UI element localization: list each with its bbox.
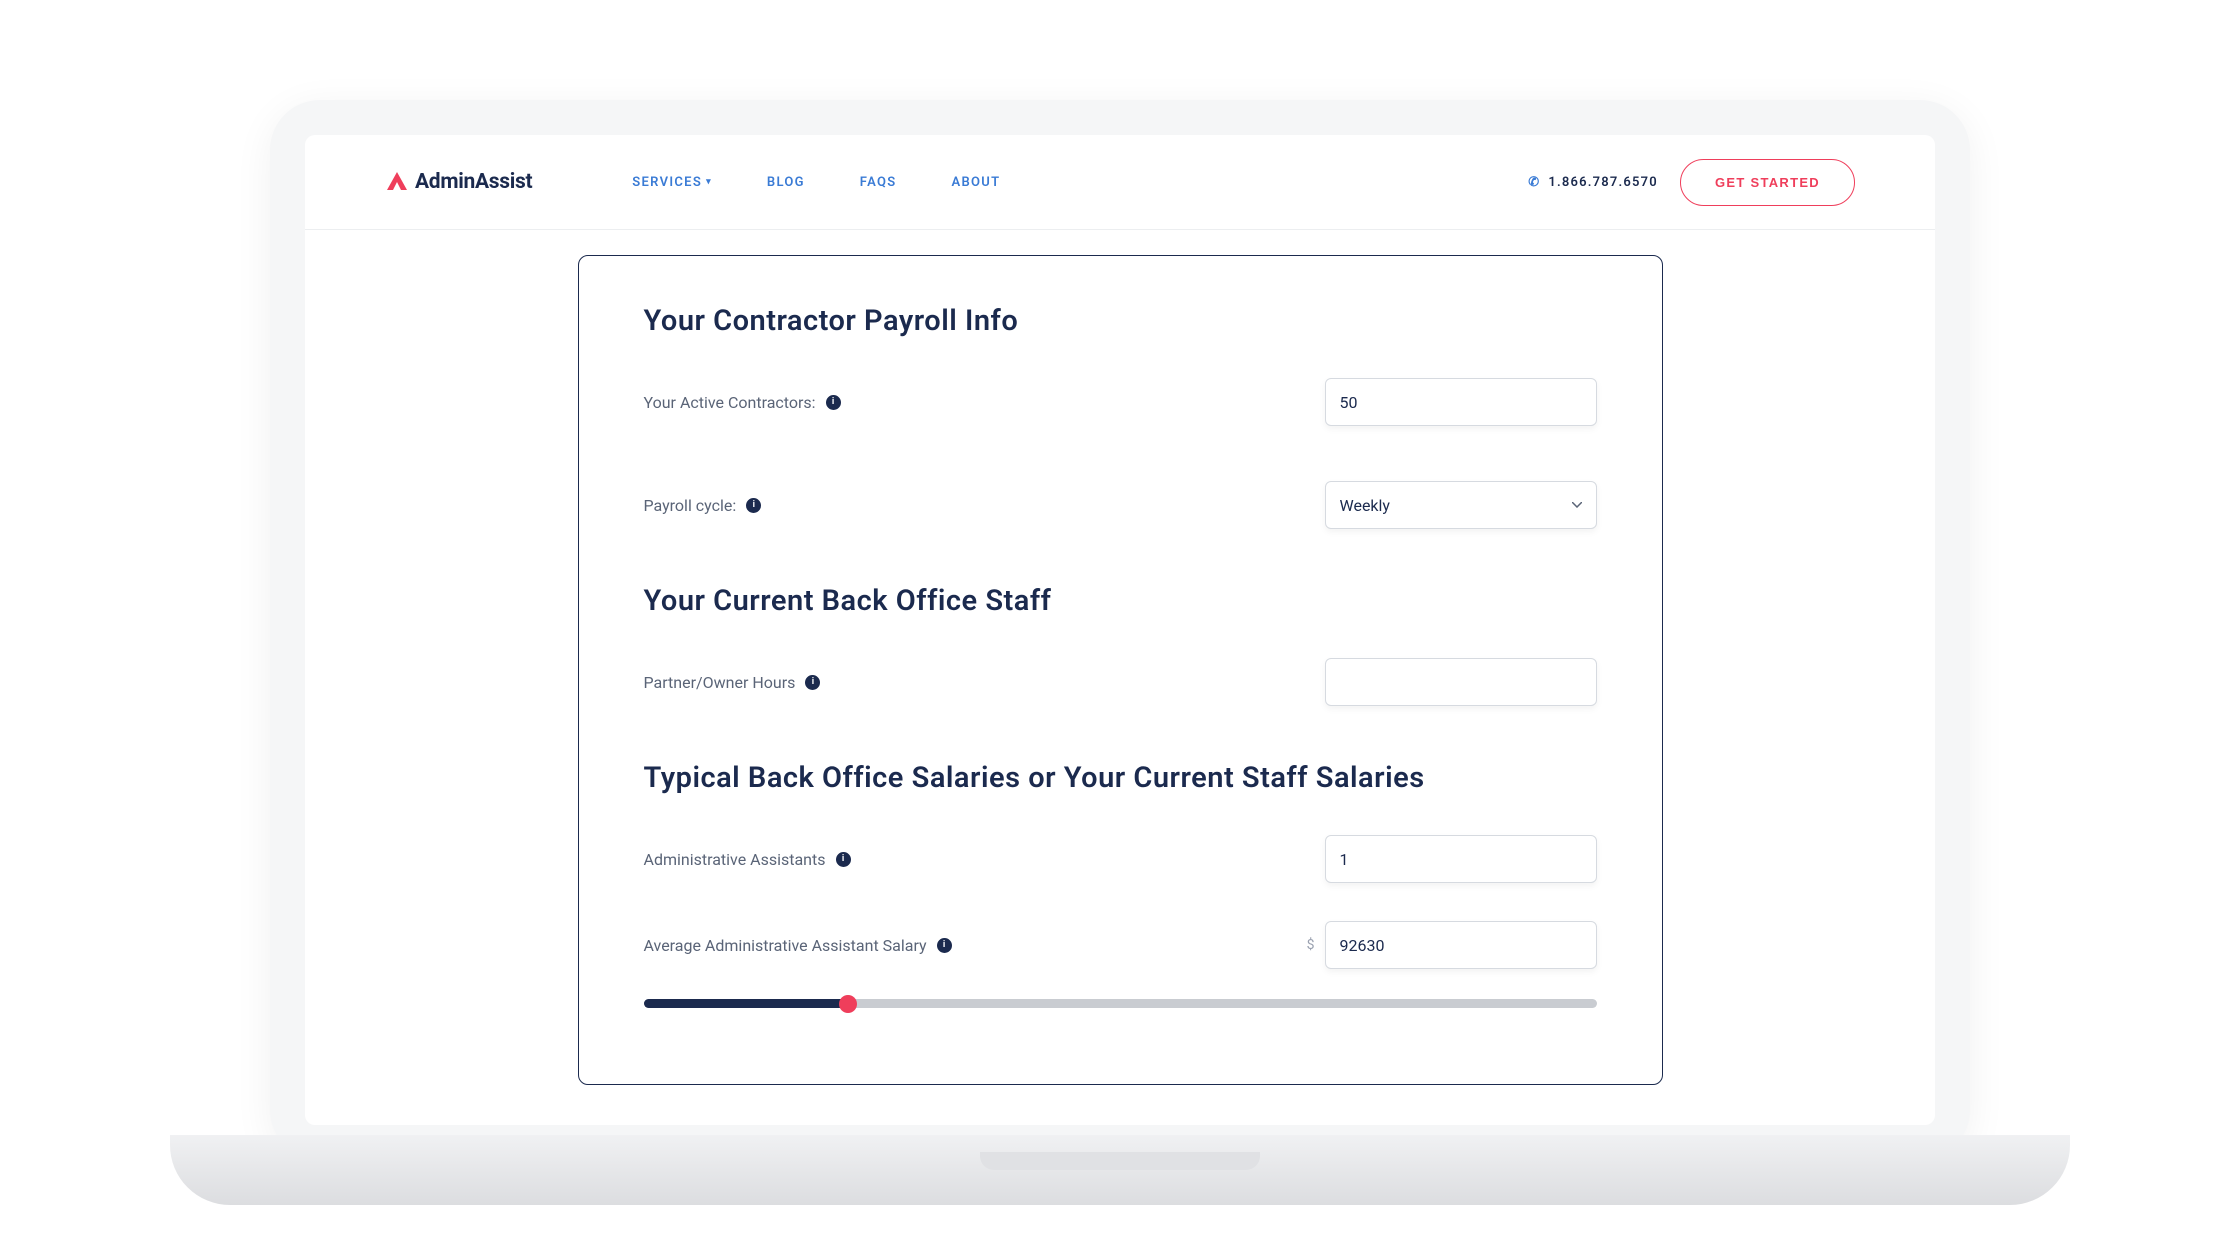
payroll-cycle-select[interactable]: Weekly [1325, 481, 1597, 529]
brand-logo[interactable]: AdminAssist [385, 170, 532, 194]
info-icon[interactable]: i [826, 395, 841, 410]
slider-fill [644, 999, 849, 1008]
partner-hours-input[interactable] [1325, 658, 1597, 706]
get-started-button[interactable]: GET STARTED [1680, 159, 1855, 206]
content-area: Your Contractor Payroll Info Your Active… [305, 230, 1935, 1085]
avg-salary-input[interactable] [1325, 921, 1597, 969]
section-title-salaries: Typical Back Office Salaries or Your Cur… [644, 761, 1597, 795]
brand-logo-icon [385, 170, 409, 194]
brand-logo-text: AdminAssist [415, 170, 532, 194]
info-icon[interactable]: i [805, 675, 820, 690]
label-payroll-cycle: Payroll cycle: i [644, 496, 762, 515]
avg-salary-input-wrap: $ [1307, 921, 1597, 969]
admin-assistants-input[interactable] [1325, 835, 1597, 883]
phone-icon: ✆ [1528, 175, 1540, 190]
label-active-contractors: Your Active Contractors: i [644, 393, 841, 412]
info-icon[interactable]: i [836, 852, 851, 867]
row-avg-salary: Average Administrative Assistant Salary … [644, 921, 1597, 969]
info-icon[interactable]: i [937, 938, 952, 953]
section-title-backoffice: Your Current Back Office Staff [644, 584, 1597, 618]
phone-link[interactable]: ✆ 1.866.787.6570 [1528, 175, 1658, 190]
calculator-form-card: Your Contractor Payroll Info Your Active… [578, 255, 1663, 1085]
nav-blog[interactable]: BLOG [767, 175, 805, 190]
laptop-frame: AdminAssist SERVICES ▾ BLOG FAQS ABOUT ✆… [270, 100, 1970, 1160]
row-admin-assistants: Administrative Assistants i [644, 835, 1597, 883]
header-right: ✆ 1.866.787.6570 GET STARTED [1528, 159, 1855, 206]
currency-symbol: $ [1307, 937, 1315, 953]
row-payroll-cycle: Payroll cycle: i Weekly [644, 481, 1597, 529]
label-partner-hours: Partner/Owner Hours i [644, 673, 821, 692]
info-icon[interactable]: i [746, 498, 761, 513]
section-title-payroll: Your Contractor Payroll Info [644, 304, 1597, 338]
nav-faqs[interactable]: FAQS [860, 175, 897, 190]
laptop-notch [980, 1152, 1260, 1170]
salary-slider[interactable] [644, 999, 1597, 1009]
nav-services[interactable]: SERVICES ▾ [632, 175, 712, 190]
phone-number: 1.866.787.6570 [1548, 175, 1658, 190]
slider-thumb[interactable] [839, 995, 857, 1013]
label-avg-salary: Average Administrative Assistant Salary … [644, 936, 952, 955]
site-header: AdminAssist SERVICES ▾ BLOG FAQS ABOUT ✆… [305, 135, 1935, 230]
row-partner-hours: Partner/Owner Hours i [644, 658, 1597, 706]
main-nav: SERVICES ▾ BLOG FAQS ABOUT [632, 175, 1000, 190]
label-admin-assistants: Administrative Assistants i [644, 850, 851, 869]
row-active-contractors: Your Active Contractors: i [644, 378, 1597, 426]
app-screen: AdminAssist SERVICES ▾ BLOG FAQS ABOUT ✆… [305, 135, 1935, 1125]
nav-services-label: SERVICES [632, 175, 702, 190]
nav-about[interactable]: ABOUT [951, 175, 1000, 190]
chevron-down-icon: ▾ [706, 177, 712, 187]
laptop-base [170, 1135, 2070, 1205]
active-contractors-input[interactable] [1325, 378, 1597, 426]
